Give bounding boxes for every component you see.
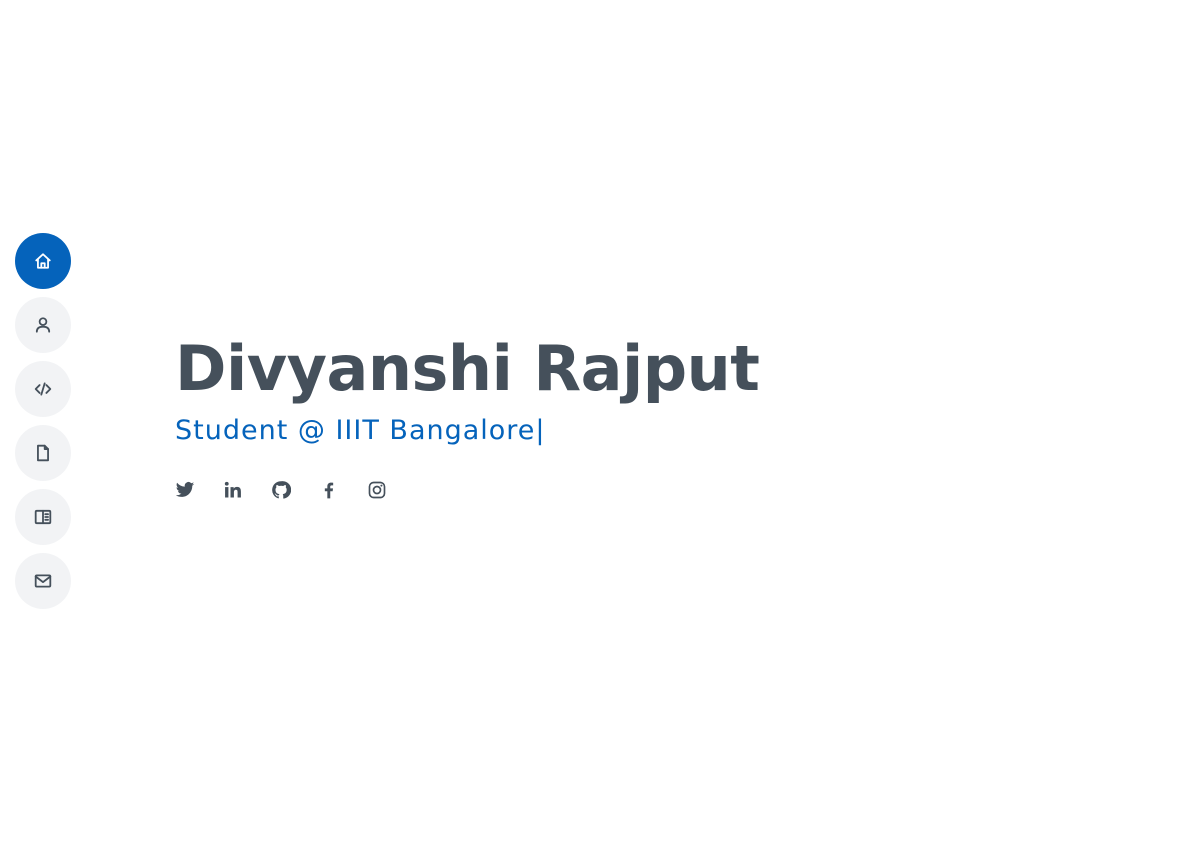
hero-subtitle: Student @ IIIT Bangalore — [175, 415, 536, 446]
person-icon — [35, 317, 51, 333]
linkedin-link[interactable] — [223, 480, 243, 500]
linkedin-icon — [224, 481, 241, 498]
nav-skills-button[interactable] — [15, 361, 71, 417]
envelope-icon — [34, 574, 52, 588]
facebook-link[interactable] — [319, 480, 339, 500]
file-icon — [37, 444, 49, 462]
home-icon — [35, 253, 51, 269]
twitter-link[interactable] — [175, 480, 195, 500]
nav-portfolio-button[interactable] — [15, 489, 71, 545]
nav-contact-button[interactable] — [15, 553, 71, 609]
side-nav — [15, 233, 71, 609]
book-icon — [34, 509, 52, 525]
instagram-link[interactable] — [367, 480, 387, 500]
instagram-icon — [368, 481, 386, 499]
hero-name: Divyanshi Rajput — [175, 332, 760, 405]
code-icon — [34, 382, 52, 396]
nav-about-button[interactable] — [15, 297, 71, 353]
hero-subtitle-line: Student @ IIIT Bangalore| — [175, 412, 759, 450]
github-link[interactable] — [271, 480, 291, 500]
hero-section: Divyanshi Rajput Student @ IIIT Bangalor… — [175, 330, 760, 500]
social-links — [175, 480, 759, 500]
twitter-icon — [175, 482, 195, 497]
page: Divyanshi Rajput Student @ IIIT Bangalor… — [0, 0, 1200, 850]
nav-home-button[interactable] — [15, 233, 71, 289]
github-icon — [272, 481, 291, 499]
nav-resume-button[interactable] — [15, 425, 71, 481]
typing-cursor: | — [535, 415, 546, 446]
facebook-icon — [324, 482, 334, 499]
